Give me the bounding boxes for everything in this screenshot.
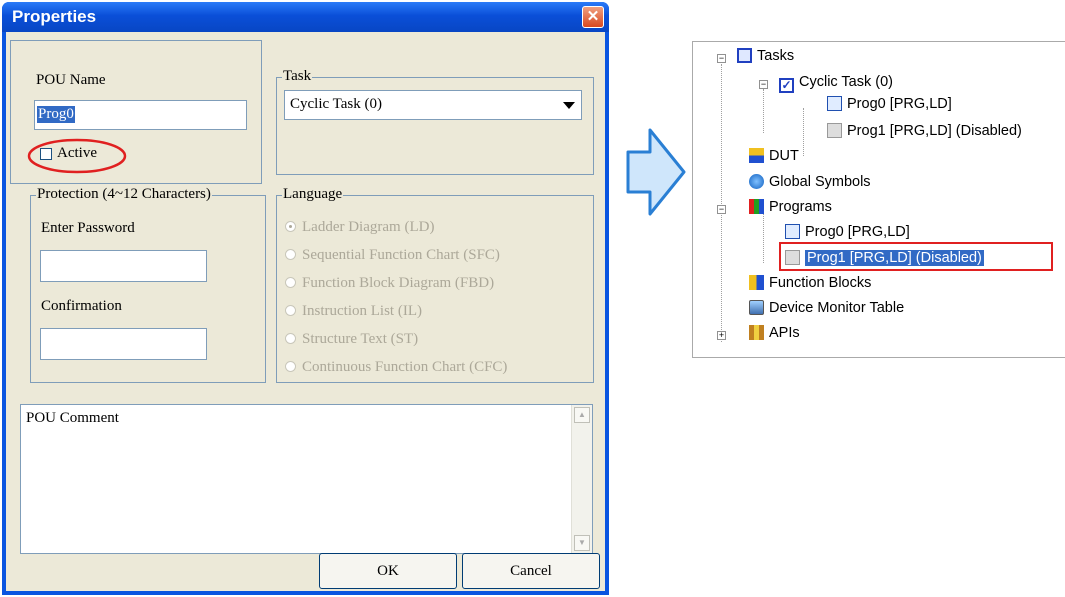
pou-comment-text: POU Comment [26,410,119,426]
program-icon [827,96,842,111]
pou-name-label: POU Name [36,72,106,88]
tree-label: Prog0 [PRG,LD] [805,224,910,240]
task-select[interactable]: Cyclic Task (0) [284,90,582,120]
properties-dialog: Properties ✕ POU Name Prog0 Active Task … [2,2,609,595]
apis-icon [749,325,764,340]
language-option-sfc[interactable]: Sequential Function Chart (SFC) [285,247,500,264]
tree-node-task-prog1[interactable]: Prog1 [PRG,LD] (Disabled) [827,121,1022,141]
tree-label: Prog1 [PRG,LD] (Disabled) [847,123,1022,139]
dialog-title: Properties [12,7,97,26]
confirmation-label: Confirmation [41,298,122,314]
tree-node-tasks[interactable]: Tasks [737,46,794,66]
tree-node-cyclic-task[interactable]: ✓ Cyclic Task (0) [779,72,893,93]
collapse-programs-icon[interactable]: − [717,205,726,214]
program-disabled-icon [827,123,842,138]
enter-password-input[interactable] [40,250,207,282]
comment-scrollbar[interactable]: ▲ ▼ [571,405,592,553]
language-option-fbd[interactable]: Function Block Diagram (FBD) [285,275,494,292]
tree-connector [763,214,764,263]
language-option-ld[interactable]: Ladder Diagram (LD) [285,219,434,236]
program-icon [785,224,800,239]
tasks-icon [737,48,752,63]
dut-icon [749,148,764,163]
task-select-value: Cyclic Task (0) [290,96,382,112]
language-label: Continuous Function Chart (CFC) [302,359,508,375]
pou-name-input[interactable]: Prog0 [34,100,247,130]
title-bar[interactable]: Properties ✕ [2,2,609,32]
radio-icon [285,361,296,372]
tree-label: Global Symbols [769,174,871,190]
tree-node-function-blocks[interactable]: Function Blocks [749,273,871,293]
tree-label: Cyclic Task (0) [799,74,893,90]
tree-node-prog0[interactable]: Prog0 [PRG,LD] [785,222,910,242]
collapse-cyclic-task-icon[interactable]: − [759,80,768,89]
language-group: Language Ladder Diagram (LD) Sequential … [276,186,594,383]
ok-button[interactable]: OK [319,553,457,589]
close-icon[interactable]: ✕ [582,6,604,28]
radio-icon [285,305,296,316]
tree-label: Function Blocks [769,275,872,291]
active-highlight-circle [27,138,127,174]
function-blocks-icon [749,275,764,290]
radio-icon [285,333,296,344]
language-label: Function Block Diagram (FBD) [302,275,495,291]
project-tree: − Tasks − ✓ Cyclic Task (0) Prog0 [PRG,LD… [692,41,1065,358]
language-label: Structure Text (ST) [302,331,419,347]
expand-apis-icon[interactable]: + [717,331,726,340]
tree-label: Programs [769,199,832,215]
monitor-icon [749,300,764,315]
language-option-il[interactable]: Instruction List (IL) [285,303,422,320]
selection-highlight-box [779,242,1053,271]
tree-node-task-prog0[interactable]: Prog0 [PRG,LD] [827,94,952,114]
language-option-st[interactable]: Structure Text (ST) [285,331,418,348]
language-legend: Language [282,186,344,203]
globe-icon [749,174,764,189]
pou-name-value: Prog0 [37,106,75,123]
dialog-client-area: POU Name Prog0 Active Task Cyclic Task (… [6,32,605,591]
language-label: Ladder Diagram (LD) [302,219,435,235]
programs-icon [749,199,764,214]
task-legend: Task [282,68,313,85]
scroll-down-icon[interactable]: ▼ [574,535,590,551]
language-label: Sequential Function Chart (SFC) [302,247,500,263]
collapse-tasks-icon[interactable]: − [717,54,726,63]
tree-node-programs[interactable]: Programs [749,197,832,217]
radio-icon [285,249,296,260]
tree-label: DUT [769,148,799,164]
radio-selected-icon [285,221,296,232]
enter-password-label: Enter Password [41,220,135,236]
cancel-button[interactable]: Cancel [462,553,600,589]
tree-label: APIs [769,325,800,341]
checkbox-checked-icon: ✓ [779,78,794,93]
tree-node-apis[interactable]: APIs [749,323,800,343]
tree-node-global-symbols[interactable]: Global Symbols [749,172,871,192]
tree-connector [803,108,804,156]
confirmation-input[interactable] [40,328,207,360]
language-label: Instruction List (IL) [302,303,422,319]
tree-connector [763,89,764,133]
tree-label: Device Monitor Table [769,300,905,316]
tree-connector [721,64,722,342]
tree-label: Prog0 [PRG,LD] [847,96,952,112]
right-arrow-icon [626,128,686,216]
dropdown-arrow-icon[interactable] [563,102,575,109]
radio-icon [285,277,296,288]
tree-node-device-monitor-table[interactable]: Device Monitor Table [749,298,904,318]
pou-comment-textarea[interactable]: POU Comment ▲ ▼ [20,404,593,554]
tree-node-dut[interactable]: DUT [749,146,799,166]
protection-legend: Protection (4~12 Characters) [36,186,212,203]
tree-label: Tasks [757,48,795,64]
language-option-cfc[interactable]: Continuous Function Chart (CFC) [285,359,507,376]
scroll-up-icon[interactable]: ▲ [574,407,590,423]
